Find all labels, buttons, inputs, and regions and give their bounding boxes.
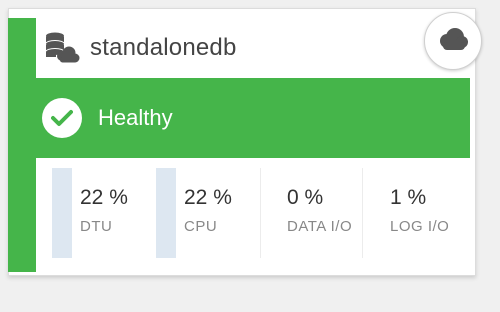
metric-dtu[interactable]: 22 % DTU	[52, 168, 152, 258]
metric-value: 22 %	[80, 186, 128, 209]
database-cloud-icon	[44, 30, 80, 66]
metric-cpu[interactable]: 22 % CPU	[156, 168, 256, 258]
check-circle-icon	[42, 98, 82, 138]
metric-divider	[260, 168, 261, 258]
cloud-icon	[437, 27, 469, 55]
metric-label: LOG I/O	[390, 218, 450, 235]
tile-header: standalonedb	[44, 28, 237, 68]
metric-divider	[362, 168, 363, 258]
metric-level-bar	[156, 168, 176, 258]
metric-value: 0 %	[287, 186, 324, 209]
tile-accent-bar	[8, 18, 36, 272]
metric-label: DATA I/O	[287, 218, 353, 235]
metrics-row: 22 % DTU 22 % CPU 0 % DATA I/O 1 % LOG I…	[52, 168, 470, 258]
metric-level-bar	[52, 168, 72, 258]
metric-value: 22 %	[184, 186, 232, 209]
metric-value: 1 %	[390, 186, 427, 209]
metric-label: CPU	[184, 218, 218, 235]
metric-data-io[interactable]: 0 % DATA I/O	[260, 168, 360, 258]
metric-log-io[interactable]: 1 % LOG I/O	[362, 168, 466, 258]
cloud-button[interactable]	[424, 12, 482, 70]
database-name[interactable]: standalonedb	[90, 34, 237, 62]
status-label: Healthy	[98, 105, 173, 130]
status-banner[interactable]: Healthy	[36, 78, 470, 158]
metric-label: DTU	[80, 218, 113, 235]
